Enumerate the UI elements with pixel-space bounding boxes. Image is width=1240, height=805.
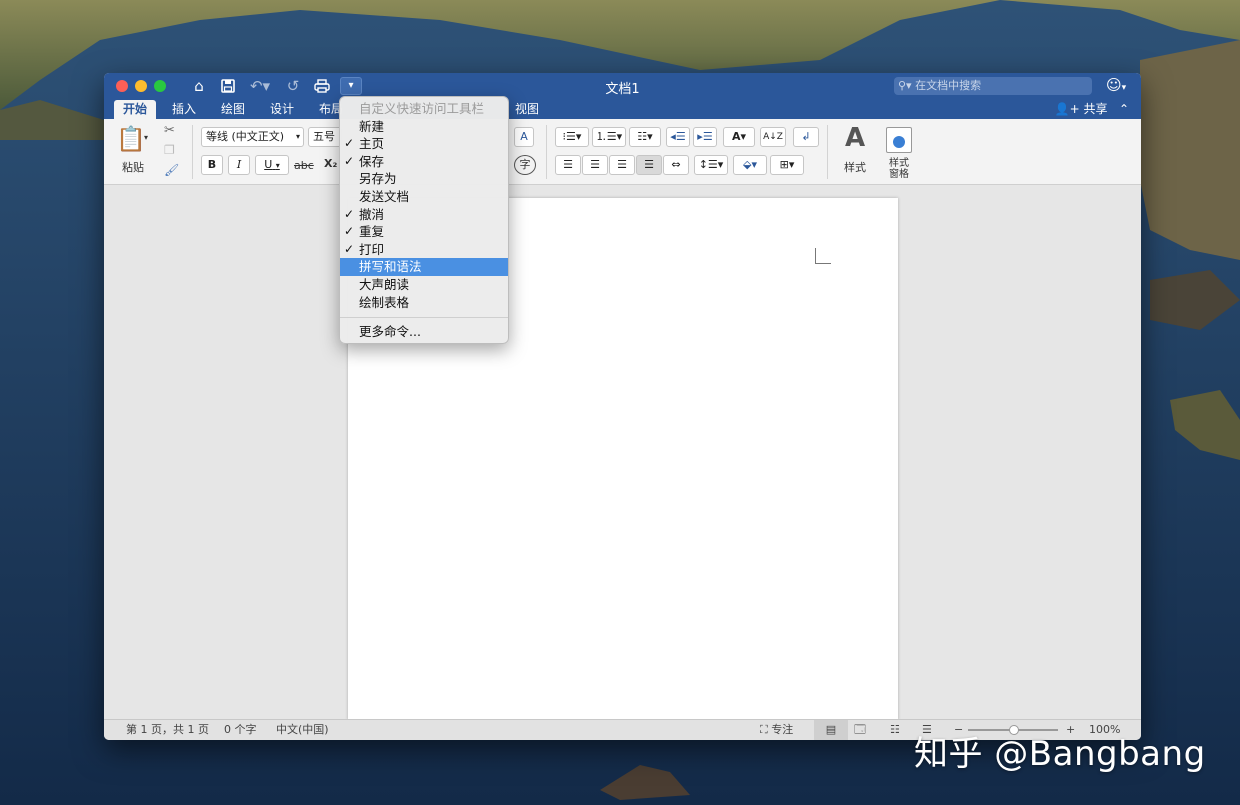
chevron-up-icon: ⌃ — [1111, 102, 1129, 116]
print-layout-view-icon[interactable]: ▤ — [814, 720, 848, 740]
search-icon: ⚲▾ — [898, 79, 912, 92]
borders-button[interactable]: ⊞▾ — [770, 155, 804, 175]
paste-dropdown-icon[interactable]: ▾ — [144, 133, 148, 142]
styles-pane-label: 样式 窗格 — [889, 158, 909, 180]
italic-button[interactable]: I — [228, 155, 250, 175]
tab-view[interactable]: 视图 — [506, 100, 548, 119]
tab-home[interactable]: 开始 — [114, 100, 157, 119]
ribbon-divider — [192, 125, 193, 179]
checkmark-icon: ✓ — [344, 206, 355, 221]
feedback-smiley-icon[interactable]: ☺▾ — [1106, 76, 1126, 94]
align-left-button[interactable]: ☰ — [555, 155, 581, 175]
ribbon-divider — [827, 125, 828, 179]
checkmark-icon: ✓ — [344, 241, 355, 256]
menu-item-save-as[interactable]: 另存为 — [340, 170, 508, 188]
strikethrough-button[interactable]: abc — [294, 159, 314, 172]
outline-view-icon[interactable]: ☷ — [890, 720, 900, 740]
format-painter-icon[interactable]: 🖌 — [164, 163, 179, 177]
line-spacing-button[interactable]: ↕☰▾ — [694, 155, 728, 175]
checkmark-icon: ✓ — [344, 224, 355, 239]
checkmark-icon: ✓ — [344, 153, 355, 168]
ribbon-divider — [546, 125, 547, 179]
menu-item-print[interactable]: ✓ 打印 — [340, 241, 508, 259]
font-size-select[interactable]: 五号 — [308, 127, 342, 147]
justify-button[interactable]: ☰ — [636, 155, 662, 175]
increase-indent-button[interactable]: ▸☰ — [693, 127, 717, 147]
share-button[interactable]: 👤+ 共享 ⌃ — [1055, 100, 1129, 118]
shading-button[interactable]: ⬙▾ — [733, 155, 767, 175]
enclose-char-button[interactable]: 字 — [514, 155, 536, 175]
menu-item-redo[interactable]: ✓ 重复 — [340, 223, 508, 241]
bullets-button[interactable]: ⁝☰▾ — [555, 127, 589, 147]
styles-pane-icon[interactable] — [886, 127, 912, 153]
styles-label: 样式 — [844, 161, 866, 174]
align-center-button[interactable]: ☰ — [582, 155, 608, 175]
copy-icon[interactable]: ❐ — [164, 143, 175, 157]
customize-quick-access-menu: 自定义快速访问工具栏 新建 ✓ 主页 ✓ 保存 另存为 发送文档 ✓ 撤消 ✓ 重复 ✓… — [339, 96, 509, 344]
font-name-select[interactable]: 等线 (中文正文) ▾ — [201, 127, 304, 147]
tab-draw[interactable]: 绘图 — [212, 100, 254, 119]
word-window: ⌂ ↶▾ ↺ ▾ 文档1 ⚲▾ 在文档中搜索 ☺▾ 开始 插入 绘图 设计 布局… — [104, 73, 1141, 740]
focus-icon: ⛶ — [760, 723, 772, 736]
menu-item-home[interactable]: ✓ 主页 — [340, 135, 508, 153]
text-direction-button[interactable]: A▾ — [723, 127, 755, 147]
numbering-button[interactable]: ⒈☰▾ — [592, 127, 626, 147]
language-indicator[interactable]: 中文(中国) — [276, 720, 329, 740]
underline-button[interactable]: U ▾ — [255, 155, 289, 175]
focus-mode-button[interactable]: ⛶ 专注 — [760, 720, 793, 740]
cut-icon[interactable]: ✂ — [164, 123, 175, 138]
paste-label: 粘贴 — [122, 161, 144, 174]
paste-icon[interactable]: 📋 — [116, 125, 146, 155]
web-layout-view-icon[interactable]: 🗔 — [854, 720, 866, 740]
page-count[interactable]: 第 1 页，共 1 页 — [126, 720, 209, 740]
search-placeholder: 在文档中搜索 — [915, 79, 982, 92]
multilevel-list-button[interactable]: ☷▾ — [629, 127, 661, 147]
search-input[interactable]: ⚲▾ 在文档中搜索 — [894, 77, 1092, 95]
char-border-button[interactable]: A — [514, 127, 534, 147]
subscript-button[interactable]: X₂ — [324, 157, 337, 170]
menu-item-send-document[interactable]: 发送文档 — [340, 188, 508, 206]
menu-separator — [340, 317, 508, 319]
styles-icon[interactable]: A — [838, 123, 872, 153]
menu-item-read-aloud[interactable]: 大声朗读 — [340, 276, 508, 294]
title-bar: ⌂ ↶▾ ↺ ▾ 文档1 ⚲▾ 在文档中搜索 ☺▾ — [104, 73, 1141, 99]
add-person-icon: 👤+ — [1054, 102, 1080, 116]
distribute-button[interactable]: ⇔ — [663, 155, 689, 175]
tab-insert[interactable]: 插入 — [163, 100, 205, 119]
menu-item-draw-table[interactable]: 绘制表格 — [340, 294, 508, 312]
word-count[interactable]: 0 个字 — [224, 720, 257, 740]
align-right-button[interactable]: ☰ — [609, 155, 635, 175]
document-canvas[interactable] — [104, 185, 1141, 720]
menu-item-save[interactable]: ✓ 保存 — [340, 153, 508, 171]
margin-corner-mark — [815, 248, 831, 264]
menu-item-spelling-grammar[interactable]: 拼写和语法 — [340, 258, 508, 276]
tab-design[interactable]: 设计 — [261, 100, 303, 119]
sort-button[interactable]: A↓Z — [760, 127, 786, 147]
checkmark-icon: ✓ — [344, 136, 355, 151]
menu-item-more-commands[interactable]: 更多命令... — [340, 323, 508, 341]
ribbon-tabs: 开始 插入 绘图 设计 布局 视图 👤+ 共享 ⌃ — [104, 99, 1141, 119]
ribbon-home: 📋 ▾ 粘贴 ✂ ❐ 🖌 等线 (中文正文) ▾ 五号 B I U ▾ abc X… — [104, 119, 1141, 185]
menu-item-new[interactable]: 新建 — [340, 118, 508, 136]
show-marks-button[interactable]: ↲ — [793, 127, 819, 147]
menu-item-undo[interactable]: ✓ 撤消 — [340, 206, 508, 224]
decrease-indent-button[interactable]: ◂☰ — [666, 127, 690, 147]
menu-header: 自定义快速访问工具栏 — [359, 101, 485, 116]
watermark: 知乎 @Bangbang — [914, 734, 1206, 774]
bold-button[interactable]: B — [201, 155, 223, 175]
chevron-down-icon: ▾ — [295, 132, 300, 141]
